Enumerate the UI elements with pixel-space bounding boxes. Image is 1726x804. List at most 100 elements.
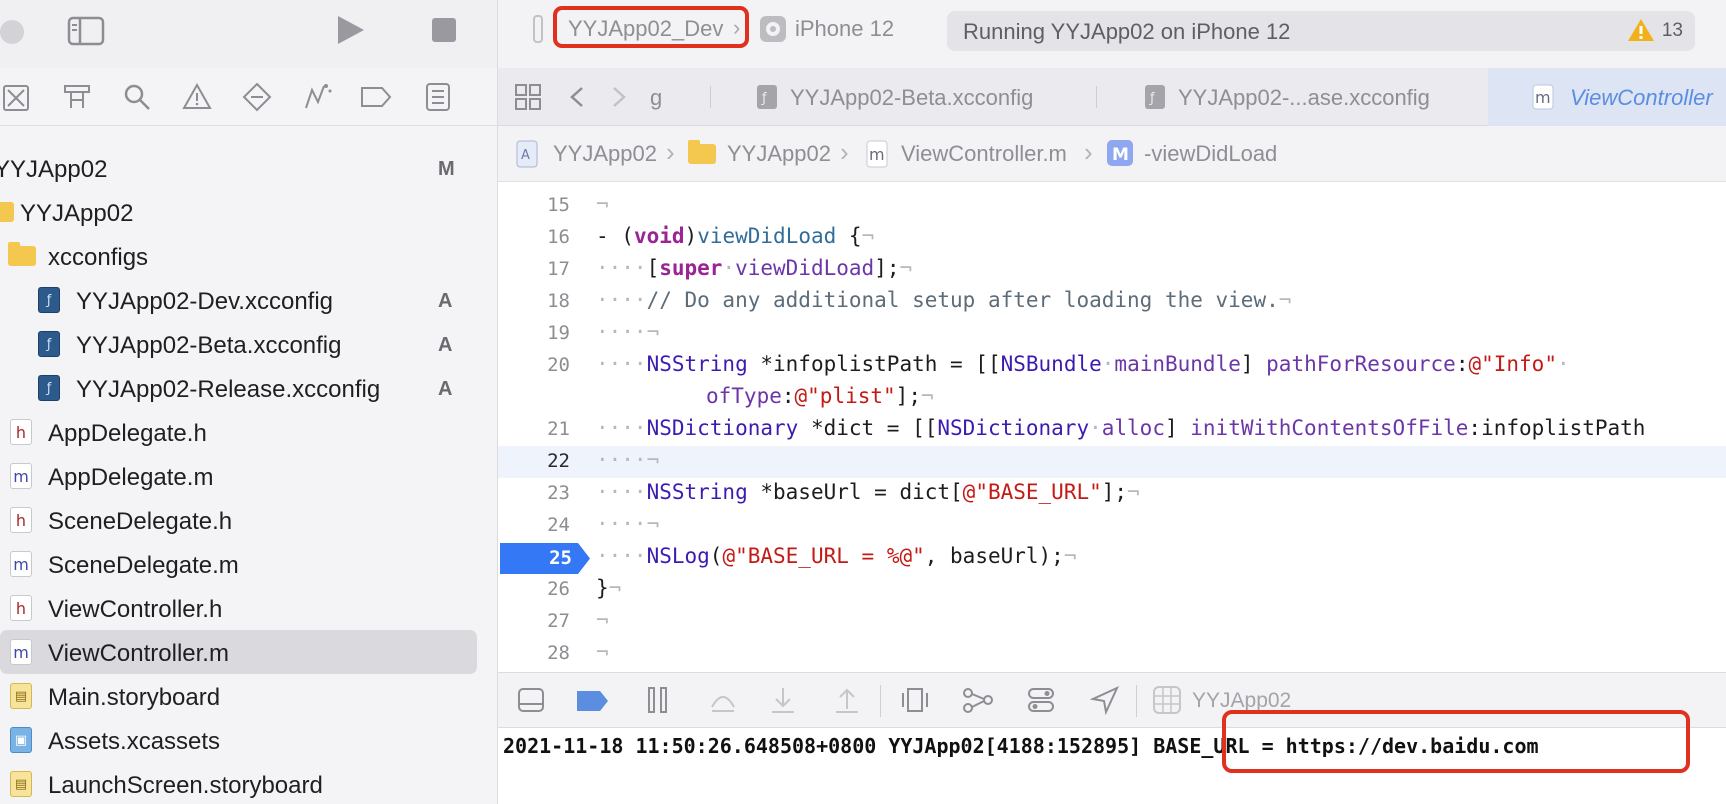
header-file-icon: h: [10, 507, 32, 533]
nav-item-label: ViewController.h: [48, 596, 223, 623]
tab-label: ViewController: [1570, 85, 1713, 110]
step-over-icon[interactable]: [708, 685, 738, 715]
toggle-navigator-button[interactable]: [66, 14, 106, 48]
nav-item-group-yyjapp02[interactable]: YYJApp02: [0, 190, 498, 234]
stop-button[interactable]: [428, 14, 460, 46]
forward-arrow-icon[interactable]: [610, 85, 628, 109]
code-text: ¬: [596, 640, 609, 664]
nav-item-scenedelegate-h[interactable]: h SceneDelegate.h: [0, 498, 498, 542]
log-highlight-box: [1222, 710, 1690, 773]
folder-icon: [688, 140, 716, 164]
scm-status-badge: A: [438, 334, 453, 356]
run-button[interactable]: [332, 12, 368, 48]
nav-item-appdelegate-m[interactable]: m AppDelegate.m: [0, 454, 498, 498]
line-number: 27: [547, 610, 570, 632]
step-out-icon[interactable]: [832, 685, 862, 715]
breadcrumb-symbol[interactable]: -viewDidLoad: [1144, 141, 1277, 167]
line-number: 19: [547, 322, 570, 344]
nav-item-viewcontroller-h[interactable]: h ViewController.h: [0, 586, 498, 630]
asset-catalog-icon: ▣: [10, 727, 32, 753]
nav-item-launchscreen[interactable]: ▤ LaunchScreen.storyboard: [0, 762, 498, 804]
console-output[interactable]: 2021-11-18 11:50:26.648508+0800 YYJApp02…: [498, 710, 1726, 804]
project-navigator-icon[interactable]: [2, 84, 30, 112]
debug-navigator-icon[interactable]: [300, 82, 334, 112]
breadcrumb-chevron-icon: ›: [840, 137, 849, 167]
warning-icon[interactable]: [1627, 17, 1655, 43]
report-navigator-icon[interactable]: [424, 82, 452, 112]
code-text: - (void)viewDidLoad {¬: [596, 224, 875, 248]
scm-status-badge: A: [438, 378, 453, 400]
app-target-icon: [533, 15, 543, 43]
nav-item-beta-xcconfig[interactable]: ƒ YYJApp02-Beta.xcconfig A: [0, 322, 498, 366]
svg-text:M: M: [1112, 145, 1129, 165]
breadcrumb-project[interactable]: YYJApp02: [553, 141, 657, 167]
location-arrow-icon[interactable]: [1090, 685, 1120, 715]
tab-release-xcconfig[interactable]: ƒ YYJApp02-...ase.xcconfig: [1144, 68, 1464, 126]
memory-graph-icon[interactable]: [962, 685, 994, 715]
code-line: 15 ¬: [498, 190, 1726, 222]
svg-text:ƒ: ƒ: [1149, 91, 1155, 106]
breadcrumb-group[interactable]: YYJApp02: [727, 141, 831, 167]
line-number: 21: [547, 418, 570, 440]
source-editor[interactable]: 15 ¬ 16 - (void)viewDidLoad {¬ 17 ····[s…: [498, 182, 1726, 672]
window-close-dot[interactable]: [0, 17, 30, 47]
code-text: ····NSDictionary *dict = [[NSDictionary·…: [596, 416, 1646, 440]
related-items-icon[interactable]: [514, 83, 542, 111]
code-line-breakpoint: 25 ····NSLog(@"BASE_URL = %@", baseUrl);…: [498, 542, 1726, 574]
header-file-icon: h: [10, 419, 32, 445]
implementation-file-icon: m: [10, 463, 32, 489]
nav-item-assets[interactable]: ▣ Assets.xcassets: [0, 718, 498, 762]
status-text: Running YYJApp02 on iPhone 12: [963, 19, 1291, 44]
nav-item-label: AppDelegate.h: [48, 420, 207, 447]
nav-item-group-xcconfigs[interactable]: xcconfigs: [0, 234, 498, 278]
test-navigator-icon[interactable]: [242, 82, 272, 112]
code-text: ····¬: [596, 512, 660, 536]
nav-item-scenedelegate-m[interactable]: m SceneDelegate.m: [0, 542, 498, 586]
code-text: ····// Do any additional setup after loa…: [596, 288, 1292, 312]
warning-count[interactable]: 13: [1662, 20, 1683, 42]
issue-navigator-icon[interactable]: [182, 82, 212, 112]
breadcrumb-file[interactable]: ViewController.m: [901, 141, 1067, 167]
hide-debug-area-icon[interactable]: [516, 685, 546, 715]
back-arrow-icon[interactable]: [568, 85, 586, 109]
activity-status-bar: Running YYJApp02 on iPhone 12 13: [947, 11, 1695, 51]
source-control-icon[interactable]: [62, 82, 92, 112]
tab-viewcontroller-m[interactable]: m ViewController: [1488, 68, 1726, 126]
device-selector[interactable]: iPhone 12: [795, 16, 894, 42]
code-line: 21 ····NSDictionary *dict = [[NSDictiona…: [498, 414, 1726, 446]
breakpoint-line-number: 25: [549, 547, 572, 569]
breakpoint-marker[interactable]: 25: [500, 543, 590, 574]
nav-item-main-storyboard[interactable]: ▤ Main.storyboard: [0, 674, 498, 718]
code-line: 28 ¬: [498, 638, 1726, 670]
breakpoint-navigator-icon[interactable]: [360, 84, 392, 110]
step-into-icon[interactable]: [768, 685, 798, 715]
nav-item-appdelegate-h[interactable]: h AppDelegate.h: [0, 410, 498, 454]
line-number: 16: [547, 226, 570, 248]
header-file-icon: h: [10, 595, 32, 621]
environment-overrides-icon[interactable]: [1026, 685, 1056, 715]
pause-icon[interactable]: [646, 685, 670, 715]
scm-status-badge: A: [438, 290, 453, 312]
scheme-selector[interactable]: YYJApp02_Dev: [568, 16, 723, 42]
nav-item-project[interactable]: YYJApp02 M: [0, 146, 498, 190]
breakpoints-toggle-icon[interactable]: [576, 689, 610, 713]
line-number: 15: [547, 194, 570, 216]
line-number: 22: [547, 450, 570, 472]
search-icon[interactable]: [122, 82, 152, 112]
implementation-file-icon: m: [10, 639, 32, 665]
code-line: 17 ····[super·viewDidLoad];¬: [498, 254, 1726, 286]
view-hierarchy-icon[interactable]: [900, 685, 930, 715]
line-number: 28: [547, 642, 570, 664]
nav-item-dev-xcconfig[interactable]: ƒ YYJApp02-Dev.xcconfig A: [0, 278, 498, 322]
nav-item-viewcontroller-m[interactable]: m ViewController.m: [0, 630, 498, 674]
nav-item-label: YYJApp02: [0, 156, 108, 183]
chevron-right-icon: ›: [733, 15, 741, 40]
code-line: 27 ¬: [498, 606, 1726, 638]
nav-item-label: YYJApp02-Beta.xcconfig: [76, 332, 342, 359]
tab-beta-xcconfig[interactable]: ƒ YYJApp02-Beta.xcconfig: [756, 68, 1056, 126]
storyboard-file-icon: ▤: [10, 683, 32, 709]
debug-bar-separator: [880, 685, 881, 717]
nav-item-release-xcconfig[interactable]: ƒ YYJApp02-Release.xcconfig A: [0, 366, 498, 410]
tab-truncated[interactable]: g: [646, 68, 706, 126]
device-icon: [758, 14, 788, 44]
